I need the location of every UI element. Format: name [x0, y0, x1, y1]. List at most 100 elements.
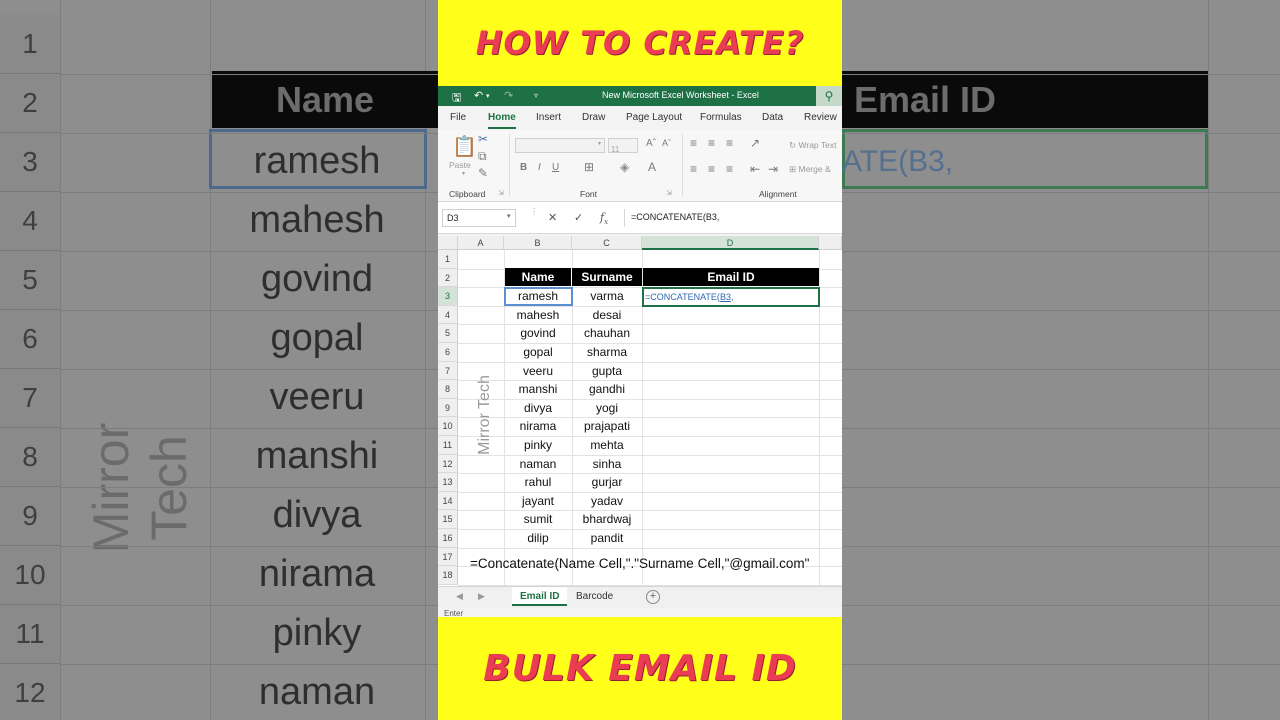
column-header-b[interactable]: B: [504, 236, 572, 250]
merge-button[interactable]: ⊞ Merge &: [789, 164, 831, 175]
font-name-dropdown-icon[interactable]: ▾: [598, 140, 601, 147]
name-cell[interactable]: mahesh: [504, 306, 572, 325]
row-header[interactable]: 7: [438, 361, 458, 381]
paste-icon[interactable]: 📋: [452, 134, 477, 159]
surname-cell[interactable]: mehta: [572, 436, 642, 455]
undo-dropdown-icon[interactable]: ▾: [486, 92, 490, 100]
row-header[interactable]: 3: [438, 287, 458, 306]
cut-icon[interactable]: ✂: [478, 132, 488, 146]
paste-label[interactable]: Paste: [449, 160, 471, 170]
surname-cell[interactable]: gurjar: [572, 473, 642, 492]
row-header[interactable]: 17: [438, 547, 458, 567]
confirm-entry-icon[interactable]: ✓: [574, 211, 583, 224]
tab-page-layout[interactable]: Page Layout: [626, 112, 682, 123]
fill-color-icon[interactable]: ◈: [620, 160, 629, 174]
row-header[interactable]: 15: [438, 510, 458, 529]
wrap-text-button[interactable]: ↻ Wrap Text: [789, 140, 836, 151]
tab-review[interactable]: Review: [804, 112, 837, 123]
row-header[interactable]: 11: [438, 436, 458, 455]
surname-cell[interactable]: varma: [572, 287, 642, 306]
tab-formulas[interactable]: Formulas: [700, 112, 742, 123]
align-top-icon[interactable]: ≡: [690, 136, 697, 150]
paste-dropdown-icon[interactable]: ▾: [462, 170, 465, 177]
column-header-d[interactable]: D: [642, 236, 819, 250]
name-cell[interactable]: veeru: [504, 362, 572, 381]
increase-font-icon[interactable]: Aˆ: [646, 138, 656, 149]
column-header-a[interactable]: A: [458, 236, 504, 250]
formula-input[interactable]: =CONCATENATE(B3,: [624, 209, 842, 227]
surname-cell[interactable]: yogi: [572, 399, 642, 418]
insert-function-icon[interactable]: fx: [600, 211, 608, 226]
redo-icon[interactable]: ↷: [504, 89, 513, 102]
name-cell[interactable]: nirama: [504, 417, 572, 436]
name-cell[interactable]: sumit: [504, 510, 572, 529]
header-cell-email-id[interactable]: Email ID: [643, 268, 819, 286]
name-box[interactable]: D3: [442, 209, 516, 227]
name-cell[interactable]: gopal: [504, 343, 572, 362]
name-cell[interactable]: pinky: [504, 436, 572, 455]
row-header[interactable]: 18: [438, 566, 458, 585]
underline-icon[interactable]: U: [552, 162, 559, 173]
tab-data[interactable]: Data: [762, 112, 783, 123]
row-header[interactable]: 5: [438, 324, 458, 343]
add-sheet-icon[interactable]: +: [646, 590, 660, 604]
align-bottom-icon[interactable]: ≡: [726, 136, 733, 150]
next-sheet-icon[interactable]: ▶: [478, 591, 485, 602]
surname-cell[interactable]: gandhi: [572, 380, 642, 399]
row-header[interactable]: 10: [438, 417, 458, 436]
name-cell[interactable]: dilip: [504, 529, 572, 548]
sheet-tab-barcode[interactable]: Barcode: [568, 587, 621, 606]
select-all-corner[interactable]: [438, 236, 458, 250]
prev-sheet-icon[interactable]: ◀: [456, 591, 463, 602]
copy-icon[interactable]: ⧉: [478, 149, 487, 164]
surname-cell[interactable]: pandit: [572, 529, 642, 548]
tab-home[interactable]: Home: [488, 112, 516, 129]
decrease-indent-icon[interactable]: ⇤: [750, 162, 760, 176]
decrease-font-icon[interactable]: Aˇ: [662, 138, 671, 148]
italic-icon[interactable]: I: [538, 162, 541, 173]
borders-icon[interactable]: ⊞: [584, 160, 594, 174]
cancel-entry-icon[interactable]: ✕: [548, 211, 557, 224]
surname-cell[interactable]: yadav: [572, 492, 642, 511]
bold-icon[interactable]: B: [520, 162, 527, 173]
font-launcher-icon[interactable]: ⇲: [666, 189, 672, 197]
increase-indent-icon[interactable]: ⇥: [768, 162, 778, 176]
tab-insert[interactable]: Insert: [536, 112, 561, 123]
column-header-c[interactable]: C: [572, 236, 642, 250]
row-header[interactable]: 16: [438, 529, 458, 548]
name-cell[interactable]: manshi: [504, 380, 572, 399]
surname-cell[interactable]: sinha: [572, 455, 642, 474]
header-cell-name[interactable]: Name: [505, 268, 571, 286]
align-middle-icon[interactable]: ≡: [708, 136, 715, 150]
tab-draw[interactable]: Draw: [582, 112, 605, 123]
tab-file[interactable]: File: [450, 112, 466, 123]
row-header[interactable]: 1: [438, 250, 458, 269]
row-header[interactable]: 12: [438, 454, 458, 474]
row-header[interactable]: 13: [438, 473, 458, 492]
name-cell[interactable]: divya: [504, 399, 572, 418]
header-cell-surname[interactable]: Surname: [572, 268, 642, 286]
surname-cell[interactable]: sharma: [572, 343, 642, 362]
sheet-tab-email-id[interactable]: Email ID: [512, 587, 568, 606]
name-cell[interactable]: jayant: [504, 492, 572, 511]
row-header[interactable]: 4: [438, 305, 458, 325]
align-center-icon[interactable]: ≡: [708, 162, 715, 176]
name-box-dropdown-icon[interactable]: ▾: [507, 212, 511, 220]
align-left-icon[interactable]: ≡: [690, 162, 697, 176]
clipboard-launcher-icon[interactable]: ⇲: [498, 189, 504, 197]
name-cell[interactable]: rahul: [504, 473, 572, 492]
name-cell[interactable]: govind: [504, 324, 572, 343]
surname-cell[interactable]: desai: [572, 306, 642, 325]
row-header[interactable]: 8: [438, 380, 458, 399]
format-painter-icon[interactable]: ✎: [478, 166, 488, 180]
search-icon[interactable]: ⚲: [816, 86, 842, 106]
row-header[interactable]: 6: [438, 343, 458, 362]
font-size-box[interactable]: 11: [608, 138, 638, 154]
column-header-e[interactable]: [819, 236, 842, 250]
customize-toolbar-icon[interactable]: ▿: [534, 91, 538, 100]
row-header[interactable]: 14: [438, 491, 458, 511]
name-cell[interactable]: naman: [504, 455, 572, 474]
row-header[interactable]: 9: [438, 398, 458, 418]
surname-cell[interactable]: chauhan: [572, 324, 642, 343]
surname-cell[interactable]: gupta: [572, 362, 642, 381]
